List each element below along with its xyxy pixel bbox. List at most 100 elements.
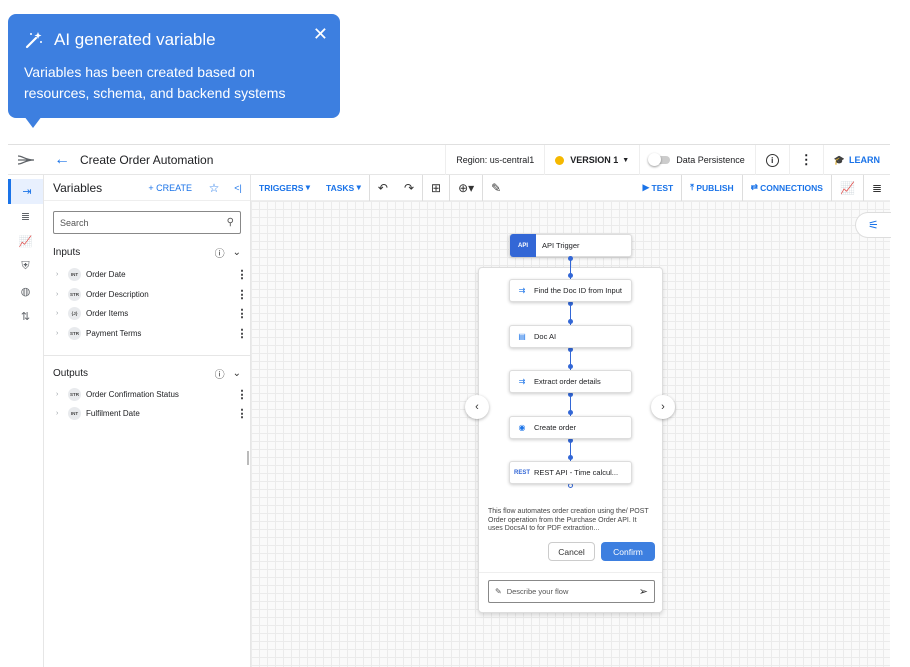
connections-label: CONNECTIONS	[760, 182, 823, 193]
variable-name: Order Date	[86, 270, 126, 280]
variable-name: Order Confirmation Status	[86, 389, 179, 399]
learn-button[interactable]: 🎓 LEARN	[822, 145, 890, 175]
analytics-icon[interactable]: 📈	[830, 174, 863, 201]
test-button[interactable]: ▶ TEST	[635, 175, 682, 201]
list-item[interactable]: › INT Fulfilment Date ⋮	[44, 404, 250, 424]
top-bar-actions: Region: us-central1 VERSION 1 ▼ Data Per…	[445, 145, 890, 175]
chevron-right-icon: ›	[56, 390, 59, 398]
version-status-dot	[555, 155, 565, 165]
more-vert-icon[interactable]: ⋮	[234, 388, 250, 401]
tasks-menu[interactable]: TASKS ▾	[318, 175, 369, 201]
connector-dot	[568, 455, 573, 460]
app-logo-icon[interactable]	[8, 152, 44, 168]
list-item[interactable]: › STR Order Description ⋮	[44, 285, 250, 305]
outputs-section-header[interactable]: Outputs ⓘ ⌄	[44, 363, 250, 383]
connector-dot	[568, 273, 573, 278]
variable-search-input[interactable]: Search ⚲	[53, 211, 241, 234]
panel-resize-handle[interactable]	[247, 451, 249, 465]
cancel-button[interactable]: Cancel	[548, 542, 595, 561]
api-trigger-node[interactable]: API API Trigger	[509, 234, 632, 257]
magic-wand-icon: ✎	[495, 587, 502, 596]
data-persistence-label: Data Persistence	[676, 155, 745, 165]
describe-flow-input[interactable]: ✎ Describe your flow ➢	[488, 580, 655, 603]
undo-icon[interactable]: ↶	[368, 174, 396, 201]
rail-globe-icon[interactable]: ◍	[8, 279, 43, 304]
tooltip-body-line2: resources, schema, and backend systems	[24, 85, 286, 101]
more-vert-icon: ⋮	[799, 152, 813, 167]
data-mapping-icon: ⇉	[518, 377, 526, 386]
prompt-divider	[479, 572, 662, 573]
variable-name: Order Description	[86, 289, 149, 299]
variables-title: Variables	[53, 180, 103, 195]
publish-button[interactable]: ⤒ PUBLISH	[681, 174, 741, 201]
rail-tune-icon[interactable]: ⇅	[8, 304, 43, 329]
play-icon: ▶	[642, 182, 652, 192]
more-vert-icon[interactable]: ⋮	[234, 307, 250, 320]
rail-analytics-icon[interactable]: 📈	[8, 229, 43, 254]
more-vert-icon[interactable]: ⋮	[234, 327, 250, 340]
connections-icon: ⇄	[750, 182, 761, 192]
close-icon[interactable]: ✕	[313, 24, 328, 45]
triggers-menu[interactable]: TRIGGERS ▾	[251, 175, 318, 201]
chevron-down-icon[interactable]: ⌄	[233, 247, 241, 258]
caret-down-icon: ▼	[622, 156, 630, 164]
layout-tree-icon[interactable]: ⊞	[422, 174, 449, 201]
create-variable-button[interactable]: + CREATE	[148, 183, 192, 193]
confirm-button[interactable]: Confirm	[601, 542, 655, 561]
prev-arrow-icon[interactable]: ‹	[465, 395, 489, 419]
type-badge: INT	[68, 407, 81, 421]
list-item[interactable]: › INT Order Date ⋮	[44, 265, 250, 285]
info-button[interactable]: i	[754, 145, 789, 175]
list-item[interactable]: › {J} Order Items ⋮	[44, 304, 250, 324]
collapse-panel-icon[interactable]: <|	[226, 183, 250, 193]
zoom-icon[interactable]: ⊕▾	[449, 174, 482, 201]
help-icon[interactable]: ⓘ	[215, 366, 225, 381]
rail-list-icon[interactable]: ≣	[8, 204, 43, 229]
chevron-right-icon: ›	[56, 290, 59, 298]
list-item[interactable]: › STR Payment Terms ⋮	[44, 324, 250, 344]
data-persistence-toggle[interactable]: Data Persistence	[639, 145, 755, 175]
task-node[interactable]: ▤ Doc AI	[509, 325, 632, 348]
flow-canvas[interactable]: ⚟ API API Trigger ⇉ Find the Doc ID from…	[251, 201, 891, 667]
magic-wand-icon[interactable]: ✎	[482, 174, 509, 201]
ai-tooltip: AI generated variable Variables has been…	[8, 14, 340, 118]
more-vert-icon[interactable]: ⋮	[234, 407, 250, 420]
chevron-right-icon: ›	[56, 410, 59, 418]
region-label: Region: us-central1	[445, 145, 544, 175]
more-menu-button[interactable]: ⋮	[788, 145, 823, 175]
help-icon[interactable]: ⓘ	[215, 245, 225, 260]
task-node[interactable]: ⇉ Extract order details	[509, 370, 632, 393]
tune-icon[interactable]: ⚟	[855, 212, 891, 238]
outputs-list: › STR Order Confirmation Status ⋮ › INT …	[44, 384, 250, 423]
connector-dot	[568, 319, 573, 324]
next-arrow-icon[interactable]: ›	[651, 395, 675, 419]
inputs-label: Inputs	[53, 246, 81, 258]
list-item[interactable]: › STR Order Confirmation Status ⋮	[44, 384, 250, 404]
task-node[interactable]: ⇉ Find the Doc ID from Input	[509, 279, 632, 302]
type-badge: STR	[68, 287, 81, 301]
rail-variables-icon[interactable]: ⇥	[8, 179, 43, 204]
tooltip-arrow	[24, 116, 42, 128]
back-arrow-icon[interactable]: ←	[54, 151, 70, 169]
chevron-down-icon[interactable]: ⌄	[233, 368, 241, 379]
connections-button[interactable]: ⇄ CONNECTIONS	[741, 174, 831, 201]
toggle-switch[interactable]	[648, 153, 671, 166]
chevron-right-icon: ›	[56, 310, 59, 318]
page-title: Create Order Automation	[80, 152, 214, 167]
task-node[interactable]: REST REST API - Time calcul...	[509, 461, 632, 484]
connector-icon: ◉	[518, 423, 526, 432]
send-icon[interactable]: ➢	[639, 585, 648, 598]
task-node[interactable]: ◉ Create order	[509, 416, 632, 439]
rail-shield-icon[interactable]: ⛨	[8, 254, 43, 279]
star-icon[interactable]: ☆	[202, 181, 226, 195]
redo-icon[interactable]: ↷	[396, 175, 422, 201]
node-label: Find the Doc ID from Input	[534, 286, 622, 295]
left-rail: ⇥ ≣ 📈 ⛨ ◍ ⇅	[8, 175, 44, 667]
version-selector[interactable]: VERSION 1 ▼	[544, 145, 639, 175]
inputs-section-header[interactable]: Inputs ⓘ ⌄	[44, 242, 250, 262]
tooltip-body: Variables has been created based on reso…	[24, 62, 324, 104]
more-vert-icon[interactable]: ⋮	[234, 288, 250, 301]
more-vert-icon[interactable]: ⋮	[234, 268, 250, 281]
list-icon[interactable]: ≣	[862, 174, 890, 201]
tooltip-body-line1: Variables has been created based on	[24, 64, 255, 80]
